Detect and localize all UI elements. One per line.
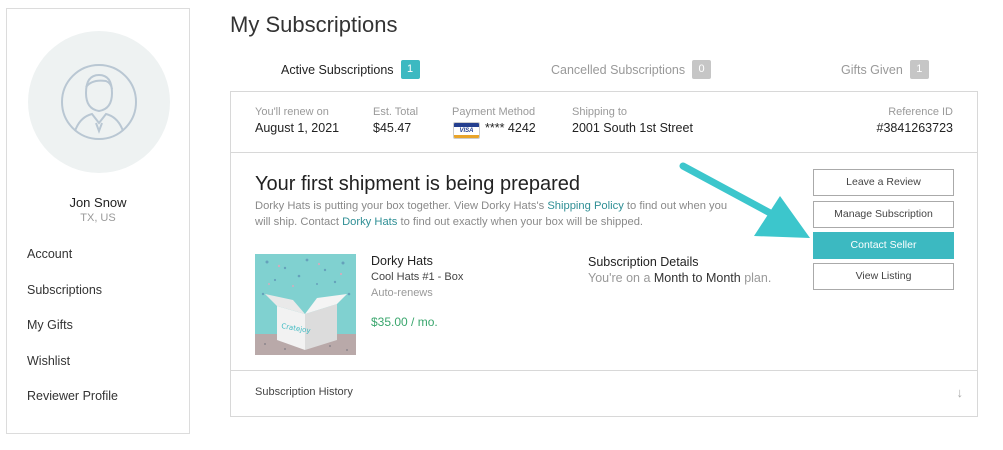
total-label: Est. Total xyxy=(373,106,419,118)
sidebar-item-wishlist[interactable]: Wishlist xyxy=(27,354,118,390)
tab-gifts-given[interactable]: Gifts Given 1 xyxy=(841,60,929,80)
sidebar: Jon Snow TX, US Account Subscriptions My… xyxy=(6,8,190,434)
tab-label: Cancelled Subscriptions xyxy=(551,63,686,77)
sidebar-nav: Account Subscriptions My Gifts Wishlist … xyxy=(27,247,118,425)
page-title: My Subscriptions xyxy=(230,12,398,37)
contact-seller-button[interactable]: Contact Seller xyxy=(813,232,954,259)
subscription-history-toggle[interactable]: Subscription History ↓ xyxy=(231,370,977,416)
user-avatar-icon xyxy=(61,64,137,140)
auto-renew-label: Auto-renews xyxy=(371,287,433,299)
plan-description: You're on a Month to Month plan. xyxy=(588,271,771,285)
renew-date: August 1, 2021 xyxy=(255,121,340,135)
user-name: Jon Snow xyxy=(69,195,127,210)
subscription-details-title: Subscription Details xyxy=(588,255,699,269)
description-text: to find out exactly when your box will b… xyxy=(397,216,644,228)
payment-value: **** 4242 xyxy=(485,121,536,135)
box-image: Cratejoy xyxy=(255,254,356,355)
tab-active-subscriptions[interactable]: Active Subscriptions 1 xyxy=(281,60,420,80)
subscription-summary: You'll renew on August 1, 2021 Est. Tota… xyxy=(231,92,977,153)
count-badge: 1 xyxy=(909,60,929,79)
product-image[interactable]: Cratejoy xyxy=(255,254,356,355)
description-text: to find out when you xyxy=(623,200,728,212)
shipment-status-title: Your first shipment is being prepared xyxy=(255,173,580,195)
reference-id: #3841263723 xyxy=(876,121,953,135)
total-value: $45.47 xyxy=(373,121,412,135)
renew-label: You'll renew on xyxy=(255,106,329,118)
manage-subscription-button[interactable]: Manage Subscription xyxy=(813,201,954,228)
count-badge: 1 xyxy=(400,60,420,79)
plan-text: You're on a xyxy=(588,271,654,285)
leave-review-button[interactable]: Leave a Review xyxy=(813,169,954,196)
count-badge: 0 xyxy=(692,60,712,79)
plan-text: plan. xyxy=(740,271,772,285)
shipping-label: Shipping to xyxy=(572,106,628,118)
visa-card-icon: VISA xyxy=(453,122,480,139)
arrow-down-icon: ↓ xyxy=(956,385,964,400)
sidebar-item-account[interactable]: Account xyxy=(27,247,118,283)
tab-label: Gifts Given xyxy=(841,63,903,77)
card-brand: VISA xyxy=(459,128,474,134)
subscription-history-label: Subscription History xyxy=(255,386,353,398)
product-price: $35.00 / mo. xyxy=(371,315,438,329)
shipping-policy-link[interactable]: Shipping Policy xyxy=(547,200,624,212)
user-location: TX, US xyxy=(80,212,116,224)
shipping-address: 2001 South 1st Street xyxy=(572,121,693,135)
reference-label: Reference ID xyxy=(888,106,953,118)
sidebar-item-reviewer-profile[interactable]: Reviewer Profile xyxy=(27,389,118,425)
avatar xyxy=(28,31,170,173)
tab-label: Active Subscriptions xyxy=(281,63,394,77)
sidebar-item-subscriptions[interactable]: Subscriptions xyxy=(27,283,118,319)
product-variant: Cool Hats #1 - Box xyxy=(371,271,464,283)
description-text: will ship. Contact xyxy=(255,216,343,228)
plan-name: Month to Month xyxy=(653,271,741,285)
product-name[interactable]: Dorky Hats xyxy=(371,254,433,268)
subscription-card: You'll renew on August 1, 2021 Est. Tota… xyxy=(230,91,978,417)
sidebar-item-my-gifts[interactable]: My Gifts xyxy=(27,318,118,354)
shipment-description: Dorky Hats is putting your box together.… xyxy=(255,198,755,230)
payment-label: Payment Method xyxy=(452,106,536,118)
contact-seller-link[interactable]: Dorky Hats xyxy=(342,216,397,228)
description-text: Dorky Hats is putting your box together.… xyxy=(255,200,548,212)
view-listing-button[interactable]: View Listing xyxy=(813,263,954,290)
tab-cancelled-subscriptions[interactable]: Cancelled Subscriptions 0 xyxy=(551,60,712,80)
